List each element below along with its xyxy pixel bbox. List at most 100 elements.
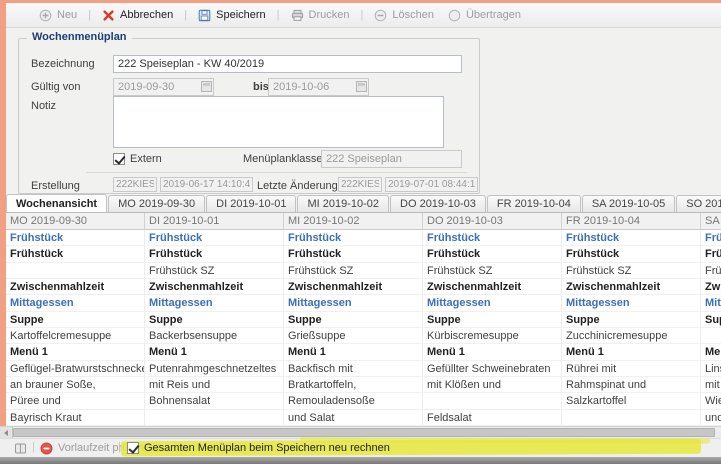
toolbar-button-drucken[interactable]: Drucken xyxy=(284,7,357,24)
meal-cell[interactable]: Feldsalat xyxy=(423,410,562,426)
meal-cell[interactable]: Püree und xyxy=(6,393,145,409)
meal-cell[interactable]: Suppe xyxy=(145,312,284,328)
meal-cell[interactable]: Zucchinicremesuppe xyxy=(562,328,701,344)
meal-cell[interactable]: Frühstück SZ xyxy=(145,263,284,279)
meal-cell[interactable]: Frühstück xyxy=(701,230,721,246)
meal-cell[interactable]: Frühstück xyxy=(6,246,145,262)
tab-sa[interactable]: SA 2019-10-05 xyxy=(582,195,675,212)
meal-cell[interactable]: Grießsuppe xyxy=(284,328,423,344)
meal-cell[interactable]: und Salat xyxy=(284,410,423,426)
meal-cell[interactable]: Mittagessen xyxy=(145,295,284,311)
extern-checkbox[interactable] xyxy=(113,153,125,165)
meal-cell[interactable]: Geflügel-Bratwurstschnecke xyxy=(6,361,145,377)
meal-cell[interactable]: Zwischenmahlzeit xyxy=(145,279,284,295)
meal-cell[interactable]: Gefüllter Schweinebraten xyxy=(423,361,562,377)
meal-cell[interactable]: Lins xyxy=(701,361,721,377)
meal-cell[interactable]: Frühstück xyxy=(284,246,423,262)
meal-cell[interactable]: Frühstück xyxy=(423,246,562,262)
meal-cell[interactable]: Frühstück xyxy=(423,230,562,246)
toolbar-button-neu[interactable]: Neu xyxy=(32,7,84,24)
meal-cell[interactable]: Menü 1 xyxy=(145,344,284,360)
meal-cell[interactable]: Menü 1 xyxy=(6,344,145,360)
meal-cell-empty[interactable] xyxy=(145,410,284,426)
toolbar-button-loeschen[interactable]: Löschen xyxy=(367,7,441,24)
meal-cell[interactable]: Bayrisch Kraut xyxy=(6,410,145,426)
scrollbar-thumb[interactable] xyxy=(13,428,715,437)
meal-cell[interactable]: Menü 1 xyxy=(284,344,423,360)
meal-cell[interactable]: Menü 1 xyxy=(423,344,562,360)
meal-cell[interactable]: Kartoffelcremesuppe xyxy=(6,328,145,344)
recalc-checkbox[interactable] xyxy=(127,442,139,454)
meal-cell[interactable]: mit S xyxy=(701,377,721,393)
meal-cell[interactable]: Zwischenmahlzeit xyxy=(562,279,701,295)
meal-cell[interactable]: Zwischenmahlzeit xyxy=(423,279,562,295)
calendar-icon[interactable] xyxy=(201,81,212,92)
meal-cell[interactable]: Backerbsensuppe xyxy=(145,328,284,344)
meal-cell[interactable]: Zwischenmahlzeit xyxy=(701,279,721,295)
meal-cell[interactable]: Mittagessen xyxy=(701,295,721,311)
tab-fr[interactable]: FR 2019-10-04 xyxy=(487,195,581,212)
tab-mi[interactable]: MI 2019-10-02 xyxy=(297,195,389,212)
meal-cell[interactable]: Frühstück xyxy=(145,246,284,262)
meal-cell[interactable]: Frühstück SZ xyxy=(701,263,721,279)
meal-cell[interactable]: mit Reis und xyxy=(145,377,284,393)
meal-cell[interactable]: Frühstück xyxy=(284,230,423,246)
tab-mo[interactable]: MO 2019-09-30 xyxy=(108,195,205,212)
meal-cell[interactable]: Mittagessen xyxy=(423,295,562,311)
meal-cell[interactable]: Suppe xyxy=(701,312,721,328)
bis-input[interactable] xyxy=(268,78,369,96)
meal-cell[interactable]: Suppe xyxy=(284,312,423,328)
meal-cell-empty[interactable] xyxy=(562,410,701,426)
tab-so[interactable]: SO 2019-10-06 xyxy=(676,195,721,212)
meal-cell[interactable]: Menü 1 xyxy=(701,344,721,360)
toolbar-button-speichern[interactable]: Speichern xyxy=(191,7,273,24)
meal-cell[interactable]: Mittagessen xyxy=(562,295,701,311)
meal-cell[interactable]: Mittagessen xyxy=(284,295,423,311)
toolbar-button-uebertragen[interactable]: Übertragen xyxy=(441,7,528,24)
meal-cell-empty[interactable] xyxy=(6,263,145,279)
meal-cell[interactable]: und xyxy=(701,410,721,426)
meal-cell[interactable]: Suppe xyxy=(562,312,701,328)
meal-cell[interactable]: Zwischenmahlzeit xyxy=(6,279,145,295)
meal-cell[interactable]: Bohnensalat xyxy=(145,393,284,409)
meal-cell[interactable]: mit Klößen und xyxy=(423,377,562,393)
meal-cell-empty[interactable] xyxy=(701,328,721,344)
meal-cell[interactable]: an brauner Soße, xyxy=(6,377,145,393)
meal-cell[interactable]: Frühstück xyxy=(6,230,145,246)
calendar-icon[interactable] xyxy=(356,81,367,92)
meal-cell[interactable]: Suppe xyxy=(423,312,562,328)
bezeichnung-input[interactable] xyxy=(113,55,462,73)
columns-icon[interactable] xyxy=(14,442,27,455)
meal-cell[interactable]: Remouladensoße xyxy=(284,393,423,409)
meal-cell[interactable]: Frühstück SZ xyxy=(562,263,701,279)
tab-wochenansicht[interactable]: Wochenansicht xyxy=(6,194,107,212)
meal-cell[interactable]: Suppe xyxy=(6,312,145,328)
meal-cell[interactable]: Frühstück xyxy=(562,230,701,246)
toolbar-button-abbrechen[interactable]: Abbrechen xyxy=(95,7,180,24)
meal-cell[interactable]: Rührei mit xyxy=(562,361,701,377)
meal-cell[interactable]: Salzkartoffel xyxy=(562,393,701,409)
minus-circle-red-icon[interactable] xyxy=(40,442,53,455)
meal-cell[interactable]: Menü 1 xyxy=(562,344,701,360)
horizontal-scrollbar[interactable] xyxy=(0,426,721,438)
meal-cell[interactable]: Frühstück xyxy=(701,246,721,262)
meal-cell[interactable]: Rahmspinat und xyxy=(562,377,701,393)
meal-cell-empty[interactable] xyxy=(423,393,562,409)
notiz-textarea[interactable] xyxy=(113,96,444,148)
meal-cell[interactable]: Backfisch mit xyxy=(284,361,423,377)
meal-cell[interactable]: Kürbiscremesuppe xyxy=(423,328,562,344)
meal-cell[interactable]: Frühstück xyxy=(145,230,284,246)
meal-cell[interactable]: Frühstück xyxy=(562,246,701,262)
meal-cell[interactable]: Wien xyxy=(701,393,721,409)
meal-cell[interactable]: Putenrahmgeschnetzeltes xyxy=(145,361,284,377)
meal-cell[interactable]: Bratkartoffeln, xyxy=(284,377,423,393)
tab-do[interactable]: DO 2019-10-03 xyxy=(390,195,486,212)
meal-cell[interactable]: Frühstück SZ xyxy=(423,263,562,279)
menueplanklasse-input[interactable] xyxy=(321,150,462,168)
scroll-left-arrow-icon[interactable] xyxy=(0,427,13,438)
meal-cell[interactable]: Mittagessen xyxy=(6,295,145,311)
meal-cell[interactable]: Frühstück SZ xyxy=(284,263,423,279)
tab-di[interactable]: DI 2019-10-01 xyxy=(206,195,296,212)
meal-cell[interactable]: Zwischenmahlzeit xyxy=(284,279,423,295)
gueltig-von-input[interactable] xyxy=(113,78,214,96)
